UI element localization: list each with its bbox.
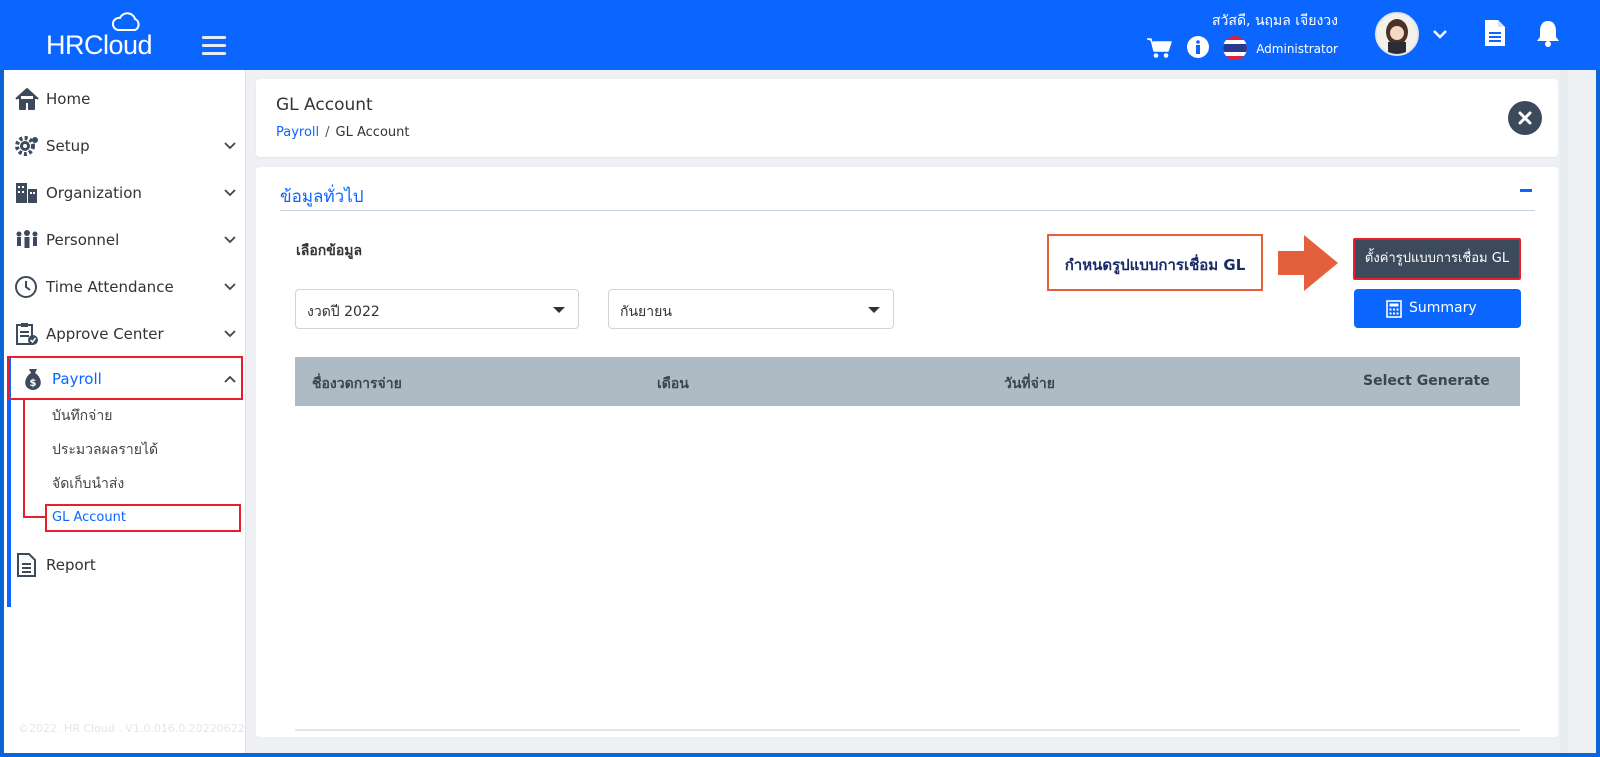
avatar[interactable] [1375, 12, 1419, 56]
info-icon[interactable] [1187, 36, 1209, 58]
section-title: ข้อมูลทั่วไป [280, 187, 364, 207]
caret-down-icon [553, 307, 565, 313]
gl-settings-button[interactable]: ตั้งค่ารูปแบบการเชื่อม GL [1353, 238, 1521, 280]
sidebar-item-label: Payroll [52, 370, 102, 388]
collapse-button[interactable] [1520, 189, 1532, 192]
home-icon [15, 88, 39, 110]
sidebar-item-payroll[interactable]: $ Payroll [4, 359, 246, 399]
close-button[interactable] [1508, 101, 1542, 135]
avatar-image [1377, 14, 1417, 54]
sidebar-item-report[interactable]: Report [4, 545, 246, 585]
main-card: ข้อมูลทั่วไป เลือกข้อมูล งวดปี 2022 กันย… [256, 167, 1558, 737]
cloud-icon [111, 12, 140, 31]
sidebar-item-approve-center[interactable]: Approve Center [4, 314, 246, 354]
summary-button-label: Summary [1409, 300, 1477, 316]
sidebar-item-setup[interactable]: Setup [4, 126, 246, 166]
column-header-month[interactable]: เดือน [657, 373, 689, 395]
bell-icon[interactable] [1536, 19, 1560, 47]
month-select-value: กันยายน [620, 304, 672, 320]
gear-icon [15, 136, 38, 156]
section-divider [280, 210, 1535, 211]
sidebar-item-personnel[interactable]: Personnel [4, 220, 246, 260]
column-header-select-generate[interactable]: Select Generate [1363, 373, 1490, 389]
hrcloud-logo[interactable]: HRCloud [46, 12, 166, 62]
clock-icon [15, 276, 37, 298]
sidebar-subitem-payment-record[interactable]: บันทึกจ่าย [52, 405, 112, 427]
breadcrumb: Payroll / GL Account [276, 125, 409, 140]
annotation-text: กำหนดรูปแบบการเชื่อม GL [1064, 256, 1246, 274]
chevron-down-icon[interactable] [1432, 28, 1448, 40]
logo-text: HRCloud [46, 30, 153, 60]
annotation-line [23, 400, 25, 518]
sidebar-item-label: Setup [46, 137, 90, 155]
menu-icon[interactable] [202, 36, 226, 56]
annotation-callout: กำหนดรูปแบบการเชื่อม GL [1047, 234, 1263, 291]
table-header: ชื่องวดการจ่าย เดือน วันที่จ่าย Select G… [295, 357, 1520, 406]
table-bottom-border [295, 729, 1520, 731]
calculator-icon [1386, 300, 1402, 318]
chevron-up-icon [224, 375, 236, 383]
select-data-label: เลือกข้อมูล [296, 243, 363, 259]
page-header-card: GL Account Payroll / GL Account [256, 79, 1558, 157]
sidebar-item-organization[interactable]: Organization [4, 173, 246, 213]
user-greeting: สวัสดี, นฤมล เจียงวง [1212, 13, 1338, 29]
report-icon [17, 553, 36, 577]
money-bag-icon: $ [25, 369, 41, 390]
column-header-period-name[interactable]: ชื่องวดการจ่าย [312, 373, 402, 395]
scrollbar[interactable] [1560, 70, 1568, 753]
caret-down-icon [868, 307, 880, 313]
thai-flag-icon[interactable] [1222, 35, 1248, 61]
people-icon [16, 230, 38, 248]
breadcrumb-link-payroll[interactable]: Payroll [276, 125, 319, 140]
sidebar-item-label: Home [46, 90, 91, 108]
sidebar-subitem-gl-account[interactable]: GL Account [52, 510, 126, 525]
sidebar-item-home[interactable]: Home [4, 79, 246, 119]
sidebar-subitem-income-processing[interactable]: ประมวลผลรายได้ [52, 439, 158, 461]
sidebar: Home Setup Organization Personnel Time A… [4, 70, 246, 753]
sidebar-item-label: Approve Center [46, 325, 164, 343]
building-icon [16, 183, 37, 203]
chevron-down-icon [224, 330, 236, 338]
sidebar-item-time-attendance[interactable]: Time Attendance [4, 267, 246, 307]
sidebar-item-label: Personnel [46, 231, 120, 249]
chevron-down-icon [224, 283, 236, 291]
sidebar-subitem-submission[interactable]: จัดเก็บนำส่ง [52, 473, 124, 495]
column-header-payment-date[interactable]: วันที่จ่าย [1004, 373, 1055, 395]
breadcrumb-current: GL Account [335, 125, 410, 140]
copyright-text: ©2022. HR Cloud . V1.0.016.0.20220622 [18, 722, 245, 735]
chevron-down-icon [224, 142, 236, 150]
cart-icon[interactable] [1146, 37, 1172, 59]
summary-button[interactable]: Summary [1354, 289, 1521, 328]
svg-text:$: $ [30, 378, 37, 389]
arrow-right-icon [1278, 235, 1338, 291]
breadcrumb-separator: / [325, 125, 330, 140]
chevron-down-icon [224, 189, 236, 197]
sidebar-item-label: Organization [46, 184, 142, 202]
top-header: HRCloud สวัสดี, นฤมล เจียงวง Administrat… [0, 0, 1600, 70]
period-select-value: งวดปี 2022 [307, 304, 380, 320]
period-select[interactable]: งวดปี 2022 [295, 289, 579, 329]
annotation-line [23, 516, 47, 518]
document-icon[interactable] [1484, 19, 1506, 47]
user-role: Administrator [1256, 42, 1338, 56]
chevron-down-icon [224, 236, 236, 244]
sidebar-item-label: Report [46, 556, 96, 574]
close-icon [1518, 111, 1532, 125]
clipboard-check-icon [16, 323, 38, 345]
page-title: GL Account [276, 95, 373, 115]
month-select[interactable]: กันยายน [608, 289, 894, 329]
sidebar-item-label: Time Attendance [46, 278, 174, 296]
